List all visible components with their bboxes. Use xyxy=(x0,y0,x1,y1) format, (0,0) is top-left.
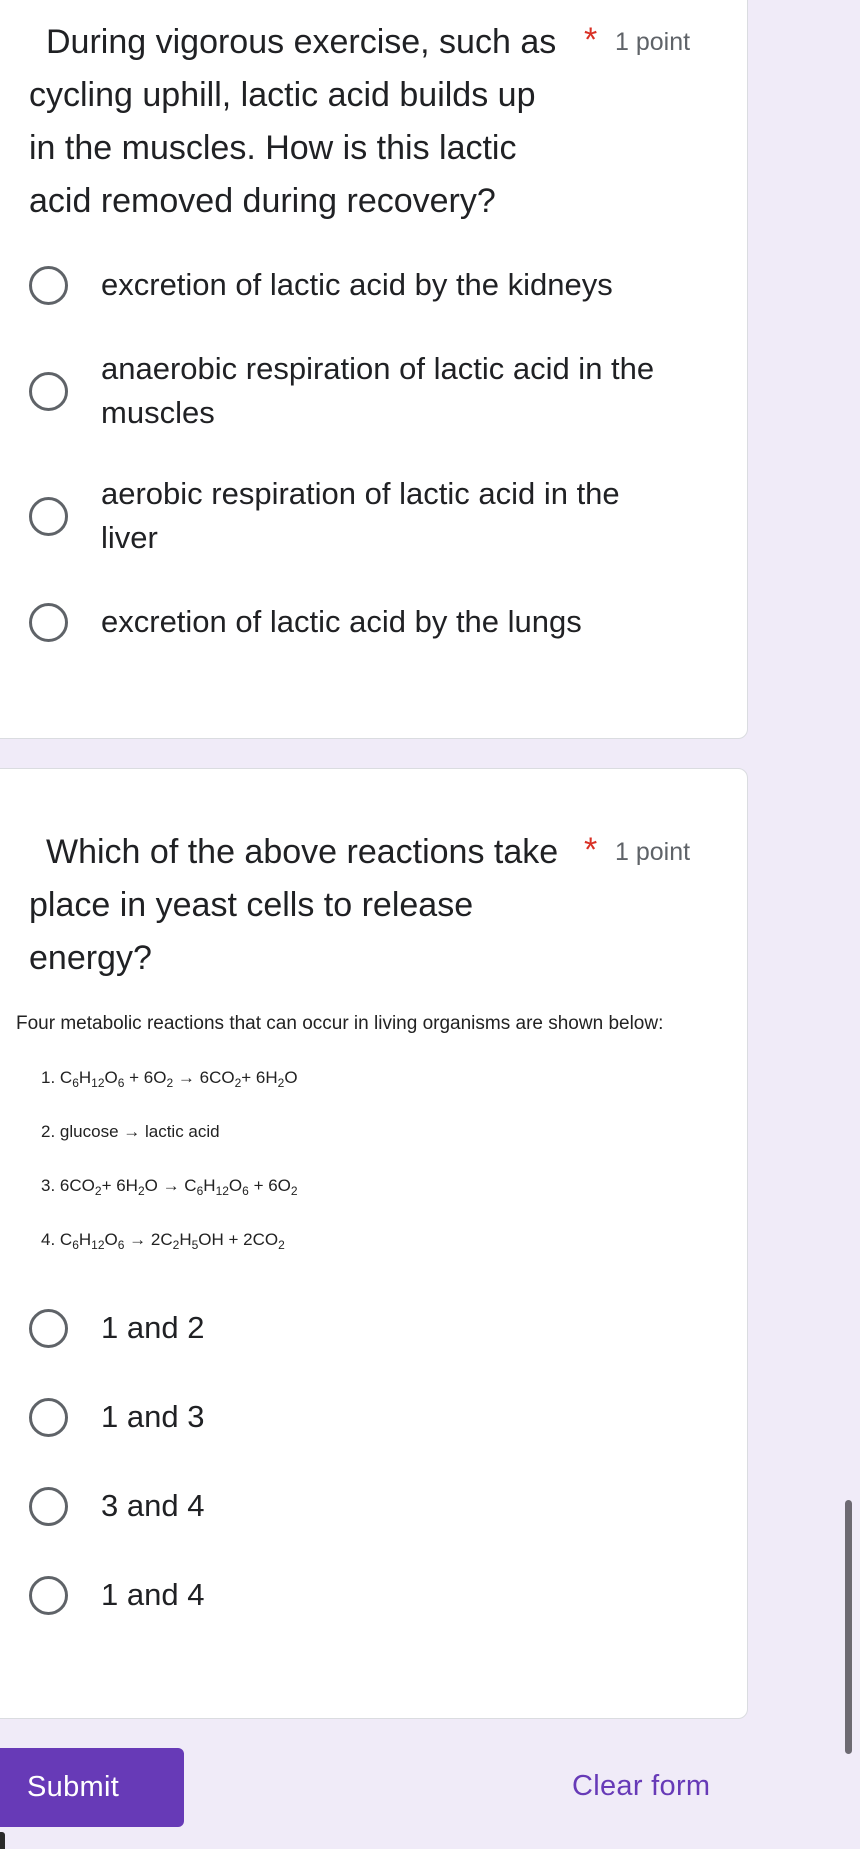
reactions-intro: Four metabolic reactions that can occur … xyxy=(16,1013,664,1034)
question-title: During vigorous exercise, such as cyclin… xyxy=(29,23,557,220)
reactions-image: Four metabolic reactions that can occur … xyxy=(1,1011,721,1251)
reaction-2: 2. glucose → lactic acid xyxy=(41,1122,220,1141)
option-label: 1 and 4 xyxy=(101,1577,205,1612)
reaction-3: 3. 6CO2+ 6H2O → C6H12O6 + 6O2 xyxy=(41,1176,298,1198)
radio-button[interactable] xyxy=(29,496,68,536)
option-3-and-4[interactable]: 3 and 4 xyxy=(29,1484,709,1528)
required-asterisk: * xyxy=(584,831,598,869)
question-title: Which of the above reactions take place … xyxy=(29,833,559,977)
radio-button[interactable] xyxy=(29,265,68,305)
corner-handle xyxy=(0,1832,5,1849)
reaction-1: 1. C6H12O6 + 6O2 → 6CO2+ 6H2O xyxy=(41,1068,298,1090)
radio-button[interactable] xyxy=(29,1308,68,1348)
required-asterisk: * xyxy=(584,21,598,59)
radio-button[interactable] xyxy=(29,1397,68,1437)
points-label: 1 point xyxy=(615,28,691,56)
radio-button[interactable] xyxy=(29,371,68,411)
scrollbar-thumb[interactable] xyxy=(845,1500,852,1754)
option-label: 3 and 4 xyxy=(101,1488,205,1523)
radio-button[interactable] xyxy=(29,1575,68,1615)
radio-button[interactable] xyxy=(29,1486,68,1526)
question-card-2: Which of the above reactions take place … xyxy=(0,768,748,1719)
submit-button[interactable]: Submit xyxy=(0,1748,184,1827)
option-kidneys[interactable]: excretion of lactic acid by the kidneys xyxy=(29,263,709,307)
option-label: excretion of lactic acid by the kidneys xyxy=(101,267,613,302)
radio-button[interactable] xyxy=(29,602,68,642)
clear-form-button[interactable]: Clear form xyxy=(572,1764,710,1808)
reaction-4: 4. C6H12O6 → 2C2H5OH + 2CO2 xyxy=(41,1230,285,1252)
option-label: anaerobic respiration of lactic acid in … xyxy=(101,351,655,430)
option-label: 1 and 3 xyxy=(101,1399,205,1434)
option-anaerobic-muscles[interactable]: anaerobic respiration of lactic acid in … xyxy=(29,347,709,435)
question-card-1: During vigorous exercise, such as cyclin… xyxy=(0,0,748,739)
option-aerobic-liver[interactable]: aerobic respiration of lactic acid in th… xyxy=(29,472,709,560)
option-1-and-3[interactable]: 1 and 3 xyxy=(29,1395,709,1439)
option-label: 1 and 2 xyxy=(101,1310,205,1345)
points-label: 1 point xyxy=(615,838,691,866)
option-1-and-2[interactable]: 1 and 2 xyxy=(29,1306,709,1350)
option-lungs[interactable]: excretion of lactic acid by the lungs xyxy=(29,600,709,644)
option-label: aerobic respiration of lactic acid in th… xyxy=(101,476,620,555)
option-label: excretion of lactic acid by the lungs xyxy=(101,604,582,639)
option-1-and-4[interactable]: 1 and 4 xyxy=(29,1573,709,1617)
